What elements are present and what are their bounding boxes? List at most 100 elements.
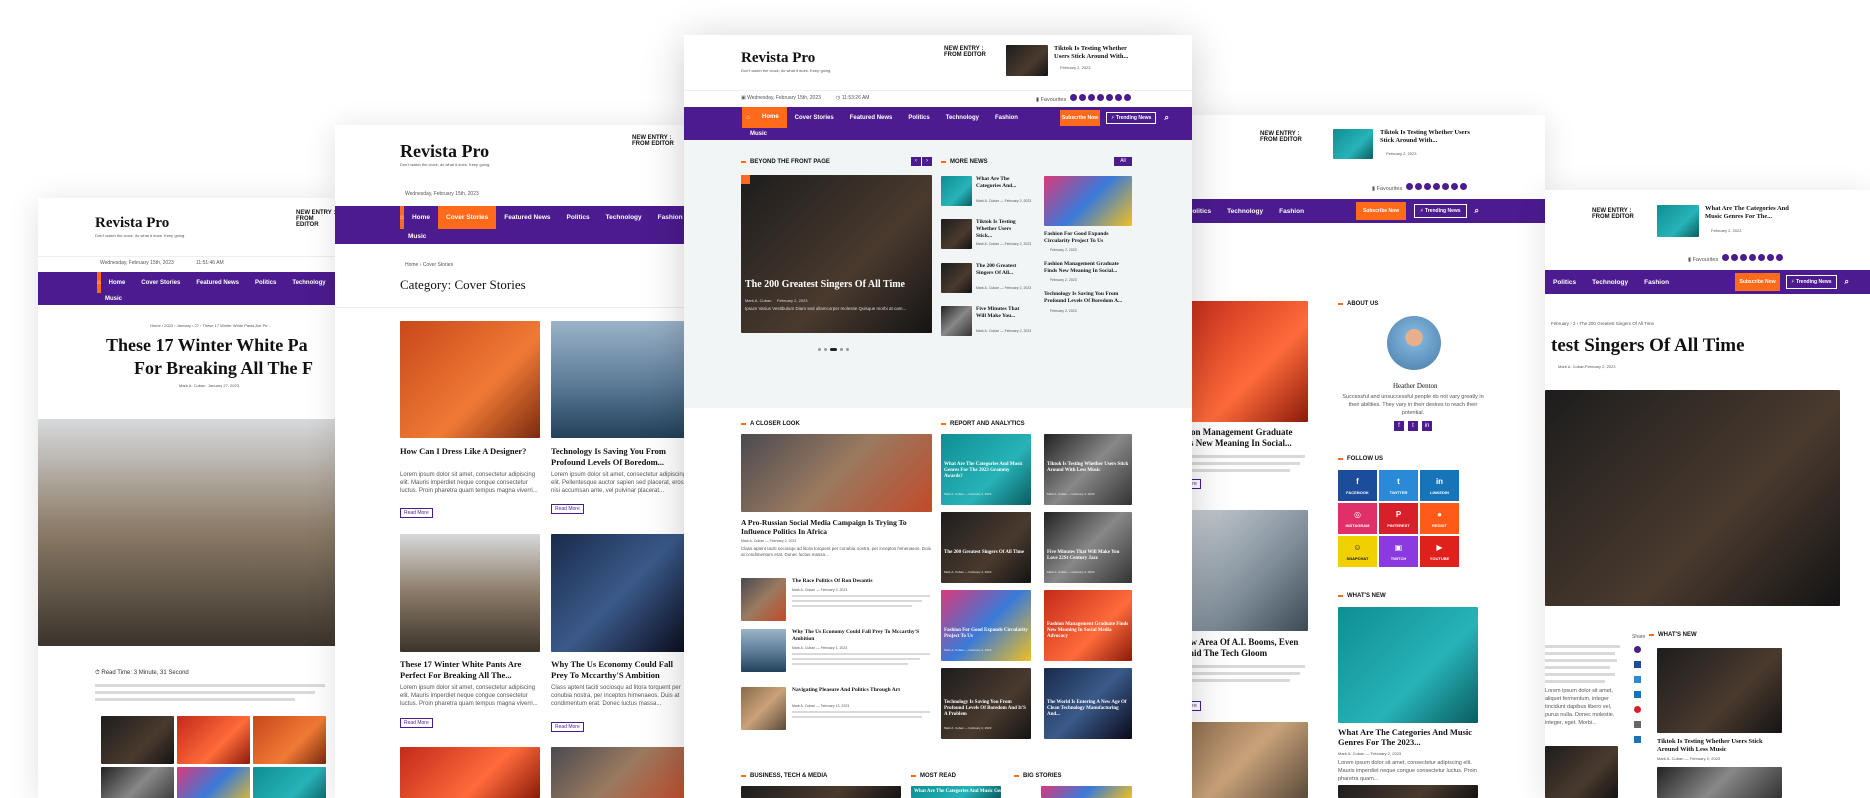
whats-new-image-2[interactable] — [1657, 767, 1782, 798]
twitch-follow[interactable]: ▣ TWITCH — [1379, 536, 1418, 567]
twitter-icon[interactable] — [1634, 676, 1641, 683]
nav-politics[interactable]: Politics — [559, 214, 598, 221]
gallery-image-6[interactable] — [253, 767, 326, 798]
post-image-3[interactable] — [1180, 722, 1308, 798]
facebook-icon[interactable] — [1634, 661, 1641, 668]
more-news-title-1[interactable]: What Are The Categories And... — [976, 176, 1024, 190]
post-title-1-line1[interactable]: shion Management Graduate — [1180, 427, 1293, 437]
post-title-4[interactable]: Why The Us Economy Could Fall Prey To Mc… — [551, 659, 690, 681]
nav-fashion[interactable]: Fashion — [987, 115, 1026, 121]
nav-technology[interactable]: Technology — [1219, 208, 1271, 215]
whats-new-image-2[interactable] — [1338, 785, 1478, 798]
report-card-2[interactable]: Tiktok Is Testing Whether Users Stick Ar… — [1044, 434, 1132, 505]
report-title-2[interactable]: Tiktok Is Testing Whether Users Stick Ar… — [1047, 462, 1129, 474]
link-icon[interactable] — [1634, 691, 1641, 698]
closer-list-thumb-2[interactable] — [741, 629, 786, 672]
nav-home[interactable]: Home — [404, 214, 438, 221]
whats-new-title[interactable]: What Are The Categories And Music Genres… — [1338, 727, 1478, 747]
whats-new-image[interactable] — [1657, 648, 1782, 733]
slider-next-button[interactable]: › — [922, 157, 932, 166]
post-title-1[interactable]: How Can I Dress Like A Designer? — [400, 446, 540, 457]
gallery-image-5[interactable] — [177, 767, 250, 798]
twitter-icon[interactable]: t — [1408, 421, 1418, 431]
report-title-5[interactable]: Fashion For Good Expands Circularity Pro… — [944, 628, 1028, 640]
more-news-title-4[interactable]: Five Minutes That Will Make You... — [976, 306, 1024, 320]
nav-music[interactable]: Music — [742, 131, 775, 137]
subscribe-button[interactable]: Subscribe Now — [1059, 109, 1100, 126]
read-more-button-1[interactable]: Read More — [400, 508, 433, 518]
hero-title[interactable]: The 200 Greatest Singers Of All Time — [745, 279, 905, 290]
report-card-6[interactable]: Fashion Management Graduate Finds New Me… — [1044, 590, 1132, 661]
post-title-3[interactable]: These 17 Winter White Pants Are Perfect … — [400, 659, 540, 681]
nav-politics[interactable]: Politics — [900, 115, 937, 121]
favourites-link[interactable]: ▮ Favourites — [1688, 254, 1783, 263]
post-title-2[interactable]: Technology Is Saving You From Profound L… — [551, 446, 690, 468]
report-card-3[interactable]: The 200 Greatest Singers Of All Time Mark… — [941, 512, 1031, 583]
email-icon[interactable] — [1634, 721, 1641, 728]
more-right-title-3[interactable]: Technology Is Saving You From Profound L… — [1044, 291, 1132, 305]
hero-author[interactable]: Mark A. Cuban — [745, 298, 771, 303]
gallery-image-1[interactable] — [101, 716, 174, 764]
nav-home[interactable]: Home — [754, 107, 787, 128]
most-read-title[interactable]: What Are The Categories And Music Genres… — [914, 789, 1028, 794]
slider-dot[interactable] — [840, 348, 843, 351]
facebook-follow[interactable]: f FACEBOOK — [1338, 470, 1377, 501]
more-news-image-right[interactable] — [1044, 176, 1132, 226]
search-icon[interactable]: ⌕ — [1164, 113, 1168, 123]
twitter-follow[interactable]: t TWITTER — [1379, 470, 1418, 501]
closer-list-title-1[interactable]: The Race Politics Of Ron Desantis — [792, 578, 932, 585]
pinterest-icon[interactable] — [1634, 706, 1641, 713]
report-card-7[interactable]: Technology Is Saving You From Profound L… — [941, 668, 1031, 739]
site-logo[interactable]: Revista Pro — [741, 50, 815, 67]
site-logo[interactable]: Revista Pro — [400, 141, 489, 162]
closer-look-title[interactable]: A Pro-Russian Social Media Campaign Is T… — [741, 518, 932, 536]
most-read-card[interactable]: What Are The Categories And Music Genres… — [911, 786, 1028, 798]
nav-featured-news[interactable]: Featured News — [496, 214, 558, 221]
closer-list-title-2[interactable]: Why The Us Economy Could Fall Prey To Mc… — [792, 629, 932, 643]
nav-home[interactable]: Home — [101, 280, 134, 286]
facebook-icon[interactable]: f — [1394, 421, 1404, 431]
report-title-1[interactable]: What Are The Categories And Music Genres… — [944, 462, 1028, 480]
related-image[interactable] — [1545, 746, 1618, 798]
nav-technology[interactable]: Technology — [938, 115, 987, 121]
post-image-2[interactable] — [1180, 510, 1308, 631]
post-image-3[interactable] — [400, 534, 540, 652]
linkedin-icon[interactable]: in — [1422, 421, 1432, 431]
closer-look-image[interactable] — [741, 434, 932, 512]
report-card-1[interactable]: What Are The Categories And Music Genres… — [941, 434, 1031, 505]
post-image-5[interactable] — [400, 747, 540, 798]
trending-button[interactable]: ⚡ Trending News — [1105, 111, 1157, 124]
post-title-2-line2[interactable]: Amid The Tech Gloom — [1180, 648, 1267, 658]
read-more-button-3[interactable]: Read More — [400, 718, 433, 728]
slider-dot-active[interactable] — [830, 348, 837, 351]
new-entry-title[interactable]: What Are The Categories And Music Genres… — [1705, 205, 1795, 221]
report-title-3[interactable]: The 200 Greatest Singers Of All Time — [944, 550, 1028, 556]
post-image-2[interactable] — [551, 321, 690, 438]
more-news-title-2[interactable]: Tiktok Is Testing Whether Users Stick... — [976, 219, 1024, 240]
nav-politics[interactable]: Politics — [247, 280, 284, 286]
report-title-8[interactable]: The World Is Entering A New Age Of Clean… — [1047, 700, 1129, 718]
slider-prev-button[interactable]: ‹ — [911, 157, 921, 166]
report-title-7[interactable]: Technology Is Saving You From Profound L… — [944, 700, 1028, 718]
reddit-follow[interactable]: ● REDDIT — [1420, 503, 1459, 534]
search-icon[interactable]: ⌕ — [1845, 277, 1849, 287]
new-entry-thumb[interactable] — [1657, 205, 1699, 237]
share-icon[interactable] — [1634, 646, 1641, 653]
read-more-button-2[interactable]: Read More — [551, 504, 584, 514]
gallery-image-4[interactable] — [101, 767, 174, 798]
nav-fashion[interactable]: Fashion — [1636, 279, 1677, 286]
nav-cover-stories[interactable]: Cover Stories — [438, 206, 497, 229]
nav-technology[interactable]: Technology — [284, 280, 333, 286]
new-entry-title[interactable]: Tiktok Is Testing Whether Users Stick Ar… — [1380, 129, 1470, 145]
nav-fashion[interactable]: Fashion — [1271, 208, 1312, 215]
slider-dot[interactable] — [818, 348, 821, 351]
nav-politics[interactable]: Politics — [1545, 279, 1584, 286]
favourites-link[interactable]: ▮ Favourites — [1372, 183, 1467, 192]
slider-dot[interactable] — [824, 348, 827, 351]
trending-button[interactable]: ⚡ Trending News — [1414, 204, 1467, 218]
nav-music[interactable]: Music — [97, 296, 130, 302]
post-title-2-line1[interactable]: New Area Of A.I. Booms, Even — [1180, 637, 1298, 647]
business-image[interactable] — [741, 786, 901, 798]
more-right-title-2[interactable]: Fashion Management Graduate Finds New Me… — [1044, 261, 1132, 275]
gallery-image-3[interactable] — [253, 716, 326, 764]
